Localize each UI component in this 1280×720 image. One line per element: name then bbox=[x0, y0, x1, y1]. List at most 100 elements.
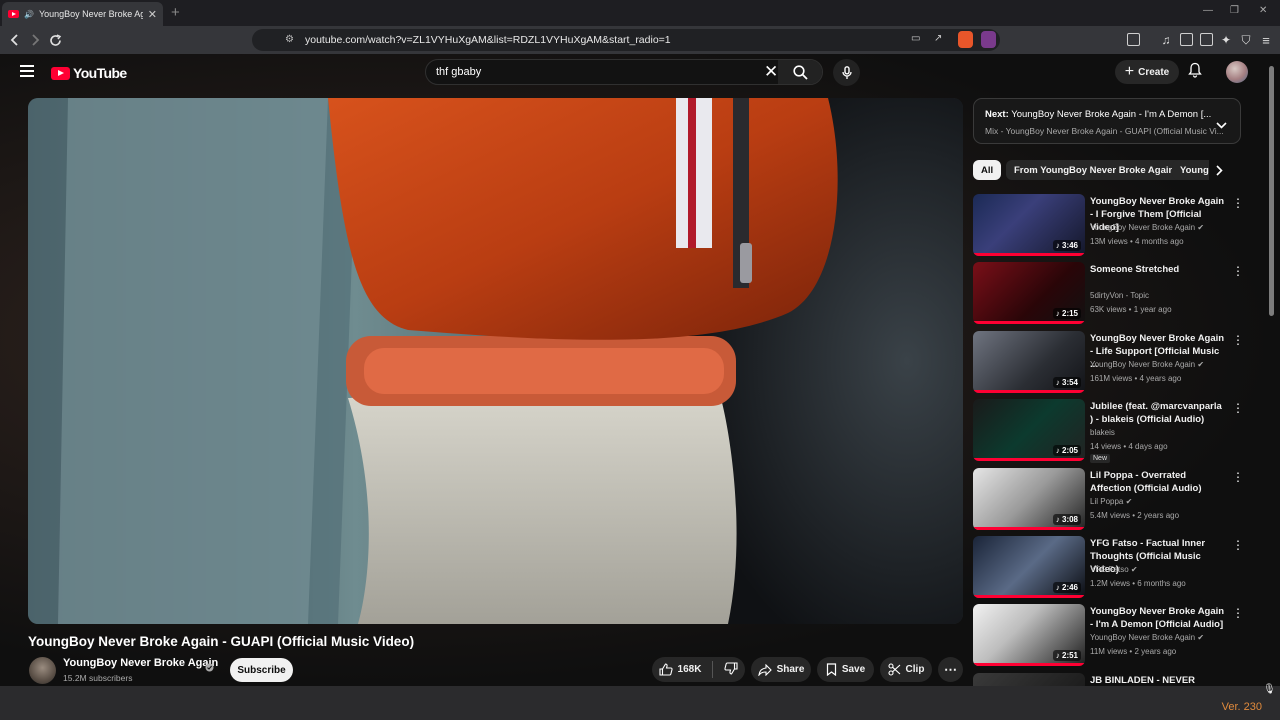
recommendation-title[interactable]: Jubilee (feat. @marcvanparla ) - blakeis… bbox=[1090, 400, 1226, 426]
watched-progress-bar bbox=[973, 389, 1085, 393]
chevron-down-icon[interactable] bbox=[1216, 116, 1227, 134]
chip-all[interactable]: All bbox=[973, 160, 1002, 180]
video-thumbnail[interactable]: ♪ 2:05 bbox=[973, 399, 1085, 462]
search-button[interactable] bbox=[778, 60, 822, 84]
dislike-button[interactable] bbox=[724, 661, 739, 678]
video-thumbnail[interactable]: ♪ 2:15 bbox=[973, 262, 1085, 325]
save-button[interactable]: Save bbox=[817, 657, 874, 682]
recommendation-item[interactable]: ♪ 2:46 YFG Fatso - Factual Inner Thoughts… bbox=[973, 536, 1245, 598]
video-thumbnail[interactable]: ♪ 3:54 bbox=[973, 330, 1085, 393]
like-button[interactable]: 168K bbox=[658, 663, 701, 676]
back-icon[interactable] bbox=[6, 31, 24, 49]
chip-from-channel[interactable]: From YoungBoy Never Broke Again bbox=[1006, 160, 1183, 180]
browser-tab[interactable]: 🔊 YoungBoy Never Broke Again ✕ bbox=[2, 2, 163, 26]
recommendation-channel[interactable]: YFG Fatso ✔ bbox=[1090, 565, 1138, 574]
recommendation-title[interactable]: JB BINLADEN - NEVER bbox=[1090, 674, 1226, 686]
search-box[interactable]: thf gbaby ✕ bbox=[425, 59, 823, 85]
recommendation-channel[interactable]: Lil Poppa ✔ bbox=[1090, 497, 1132, 506]
minimize-icon[interactable]: — bbox=[1203, 5, 1213, 16]
guide-menu-icon[interactable] bbox=[20, 65, 34, 77]
maximize-icon[interactable]: ❐ bbox=[1230, 5, 1239, 16]
search-input[interactable]: thf gbaby bbox=[436, 66, 481, 78]
recommendation-meta: 1.2M views • 6 months ago bbox=[1090, 579, 1186, 588]
share-icon bbox=[757, 663, 772, 676]
youtube-wordmark: YouTube bbox=[73, 65, 127, 81]
recommendation-meta: 63K views • 1 year ago bbox=[1090, 305, 1172, 315]
site-info-icon[interactable]: ⚙ bbox=[285, 34, 294, 45]
extension-icon[interactable] bbox=[1127, 33, 1140, 46]
subscribe-button[interactable]: Subscribe bbox=[230, 658, 293, 682]
more-options-icon[interactable]: ⋮ bbox=[1232, 264, 1244, 278]
recommendation-title[interactable]: YoungBoy Never Broke Again - I'm A Demon… bbox=[1090, 605, 1226, 631]
recommendation-item[interactable]: ♪ 2:15 Someone Stretched 5dirtyVon - Topic… bbox=[973, 262, 1245, 325]
chevron-right-icon[interactable] bbox=[1216, 163, 1223, 181]
sidebar-icon[interactable] bbox=[1180, 33, 1193, 46]
menu-icon[interactable]: ≡ bbox=[1257, 31, 1275, 49]
more-options-icon[interactable]: ⋮ bbox=[1232, 606, 1244, 620]
recommendation-channel[interactable]: YoungBoy Never Broke Again ✔ bbox=[1090, 223, 1204, 232]
video-thumbnail[interactable] bbox=[973, 672, 1085, 686]
recommendation-title[interactable]: Lil Poppa - Overrated Affection (Officia… bbox=[1090, 469, 1226, 495]
more-options-icon[interactable]: ⋮ bbox=[1232, 401, 1244, 415]
video-thumbnail[interactable]: ♪ 2:51 bbox=[973, 604, 1085, 667]
microphone-icon bbox=[841, 65, 852, 79]
cast-icon[interactable]: ▭ bbox=[911, 33, 920, 44]
vpn-shield-icon[interactable]: ⛉ bbox=[1237, 31, 1255, 49]
clip-button[interactable]: Clip bbox=[880, 657, 932, 682]
recommendation-channel[interactable]: YoungBoy Never Broke Again ✔ bbox=[1090, 633, 1204, 642]
recommendation-item[interactable]: ♪ 3:54 YoungBoy Never Broke Again - Life … bbox=[973, 330, 1245, 393]
music-icon[interactable]: ♫ bbox=[1157, 31, 1175, 49]
account-avatar[interactable] bbox=[1226, 61, 1248, 83]
mic-indicator-icon: 🎙 bbox=[1263, 684, 1276, 695]
more-actions-icon[interactable]: ⋯ bbox=[938, 657, 963, 682]
recommendation-channel[interactable]: blakeis bbox=[1090, 428, 1115, 437]
watched-progress-bar bbox=[973, 321, 1085, 325]
recommendation-meta: 11M views • 2 years ago bbox=[1090, 647, 1177, 657]
voice-search-button[interactable] bbox=[833, 59, 860, 86]
watched-progress-bar bbox=[973, 595, 1085, 598]
recommendation-title[interactable]: Someone Stretched bbox=[1090, 263, 1226, 276]
recommendation-meta: 5.4M views • 2 years ago bbox=[1090, 510, 1180, 520]
chip-young[interactable]: Young bbox=[1172, 160, 1209, 180]
recommendation-item[interactable]: ♪ 3:46 YoungBoy Never Broke Again - I For… bbox=[973, 194, 1245, 256]
more-options-icon[interactable]: ⋮ bbox=[1232, 538, 1244, 552]
video-thumbnail[interactable]: ♪ 3:46 bbox=[973, 194, 1085, 256]
channel-avatar[interactable] bbox=[29, 657, 56, 684]
forward-icon[interactable] bbox=[26, 31, 44, 49]
share-page-icon[interactable]: ↗ bbox=[934, 33, 942, 44]
notifications-bell-icon[interactable] bbox=[1188, 62, 1202, 83]
duration-badge: ♪ 2:05 bbox=[1052, 445, 1081, 457]
create-button[interactable]: + Create bbox=[1115, 60, 1179, 84]
more-options-icon[interactable]: ⋮ bbox=[1232, 333, 1244, 347]
recommendation-channel[interactable]: 5dirtyVon - Topic bbox=[1090, 291, 1149, 300]
video-thumbnail[interactable]: ♪ 2:46 bbox=[973, 536, 1085, 598]
watched-progress-bar bbox=[973, 663, 1085, 667]
next-up-line: Next: YoungBoy Never Broke Again - I'm A… bbox=[985, 109, 1211, 120]
recommendation-item[interactable]: JB BINLADEN - NEVER bbox=[973, 672, 1245, 686]
more-options-icon[interactable]: ⋮ bbox=[1232, 196, 1244, 210]
recommendation-channel[interactable]: YoungBoy Never Broke Again ✔ bbox=[1090, 360, 1204, 369]
page-scrollbar[interactable] bbox=[1269, 66, 1274, 316]
address-bar[interactable]: ⚙ youtube.com/watch?v=ZL1VYHuXgAM&list=R… bbox=[252, 29, 1000, 51]
recommendation-item[interactable]: ♪ 2:51 YoungBoy Never Broke Again - I'm A… bbox=[973, 604, 1245, 667]
brave-shields-icon[interactable] bbox=[958, 31, 973, 48]
more-options-icon[interactable]: ⋮ bbox=[1232, 470, 1244, 484]
channel-name[interactable]: YoungBoy Never Broke Again bbox=[63, 657, 218, 669]
leo-icon[interactable]: ✦ bbox=[1217, 31, 1235, 49]
recommendation-item[interactable]: ♪ 2:05 Jubilee (feat. @marcvanparla ) - b… bbox=[973, 399, 1245, 464]
wallet-icon[interactable] bbox=[1200, 33, 1213, 46]
reload-icon[interactable] bbox=[46, 31, 64, 49]
brave-rewards-icon[interactable] bbox=[981, 31, 996, 48]
clear-search-icon[interactable]: ✕ bbox=[764, 62, 778, 82]
video-thumbnail[interactable]: ♪ 3:08 bbox=[973, 467, 1085, 530]
recommendation-item[interactable]: ♪ 3:08 Lil Poppa - Overrated Affection (O… bbox=[973, 467, 1245, 530]
mix-playlist-card[interactable]: Next: YoungBoy Never Broke Again - I'm A… bbox=[973, 98, 1241, 144]
new-badge: New bbox=[1090, 454, 1111, 464]
close-window-icon[interactable]: ✕ bbox=[1259, 5, 1267, 16]
youtube-logo[interactable]: YouTube bbox=[51, 65, 127, 81]
close-tab-icon[interactable]: ✕ bbox=[148, 8, 157, 21]
new-tab-icon[interactable]: + bbox=[171, 4, 180, 21]
create-label: Create bbox=[1138, 66, 1170, 78]
share-button[interactable]: Share bbox=[751, 657, 811, 682]
video-player[interactable] bbox=[28, 98, 963, 624]
